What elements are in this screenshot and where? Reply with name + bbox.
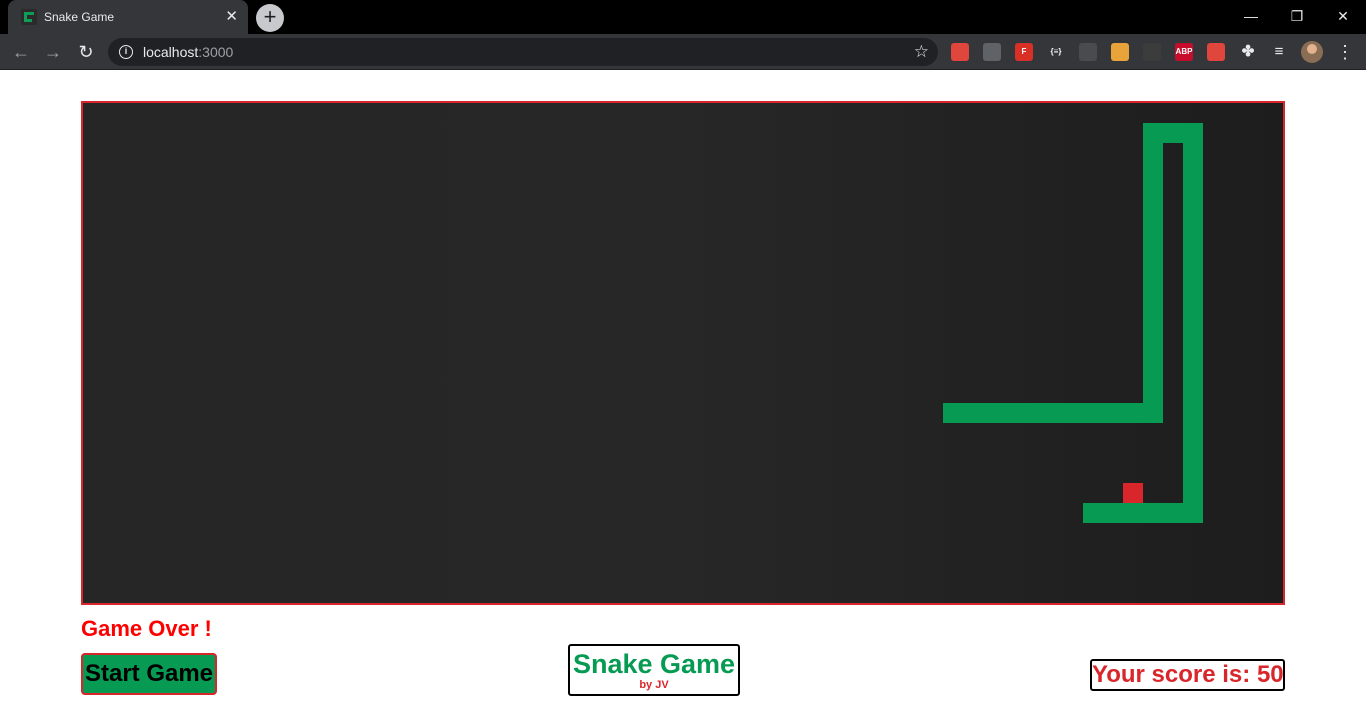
restore-icon[interactable]: ❐ — [1285, 6, 1309, 26]
score-display: Your score is: 50 — [1090, 659, 1285, 691]
brand-title: Snake Game — [572, 649, 736, 679]
window-close-icon[interactable]: ✕ — [1331, 6, 1355, 26]
snake-segment — [943, 403, 1163, 423]
reload-icon[interactable]: ↻ — [75, 41, 97, 63]
game-board[interactable] — [81, 101, 1285, 605]
profile-avatar[interactable] — [1301, 41, 1323, 63]
ext-7-icon[interactable] — [1143, 43, 1161, 61]
ext-4-icon[interactable]: {≡} — [1047, 43, 1065, 61]
food-pellet — [1123, 483, 1143, 503]
back-arrow-icon[interactable]: ← — [10, 41, 32, 63]
snake-segment — [1083, 503, 1203, 523]
snake-segment — [1143, 123, 1163, 423]
brand-box: Snake Game by JV — [568, 644, 740, 696]
menu-kebab-icon[interactable]: ⋮ — [1336, 41, 1354, 63]
browser-toolbar: ← → ↻ i localhost:3000 ☆ F {≡} ABP ✤ ≡ ⋮ — [0, 34, 1366, 70]
bookmark-star-icon[interactable]: ☆ — [914, 42, 929, 62]
snake-segment — [1183, 123, 1203, 523]
site-info-icon[interactable]: i — [119, 45, 133, 59]
brand-author: by JV — [639, 679, 669, 691]
ext-2-icon[interactable] — [983, 43, 1001, 61]
new-tab-button[interactable]: + — [256, 4, 284, 32]
start-game-button[interactable]: Start Game — [81, 653, 217, 695]
game-canvas — [943, 123, 1203, 523]
close-tab-icon[interactable]: ✕ — [225, 8, 238, 26]
minimize-icon[interactable]: — — [1239, 6, 1263, 26]
tab-title: Snake Game — [44, 10, 115, 24]
game-over-message: Game Over ! — [81, 616, 212, 641]
ext-1-icon[interactable] — [951, 43, 969, 61]
ext-3-icon[interactable]: F — [1015, 43, 1033, 61]
browser-tab[interactable]: Snake Game ✕ — [8, 0, 248, 34]
forward-arrow-icon[interactable]: → — [42, 41, 64, 63]
url-port: :3000 — [198, 44, 234, 60]
url-host: localhost — [143, 44, 199, 60]
url-text[interactable]: localhost:3000 — [143, 44, 233, 60]
snake-favicon-icon — [21, 9, 37, 25]
ext-6-icon[interactable] — [1111, 43, 1129, 61]
browser-titlebar: Snake Game ✕ + — ❐ ✕ — [0, 0, 1366, 34]
address-bar[interactable]: i localhost:3000 ☆ — [108, 38, 938, 66]
ext-9-icon[interactable] — [1207, 43, 1225, 61]
puzzle-extensions-icon[interactable]: ✤ — [1239, 43, 1257, 61]
ext-5-icon[interactable] — [1079, 43, 1097, 61]
media-queue-icon[interactable]: ≡ — [1270, 43, 1288, 61]
ext-abp-icon[interactable]: ABP — [1175, 43, 1193, 61]
